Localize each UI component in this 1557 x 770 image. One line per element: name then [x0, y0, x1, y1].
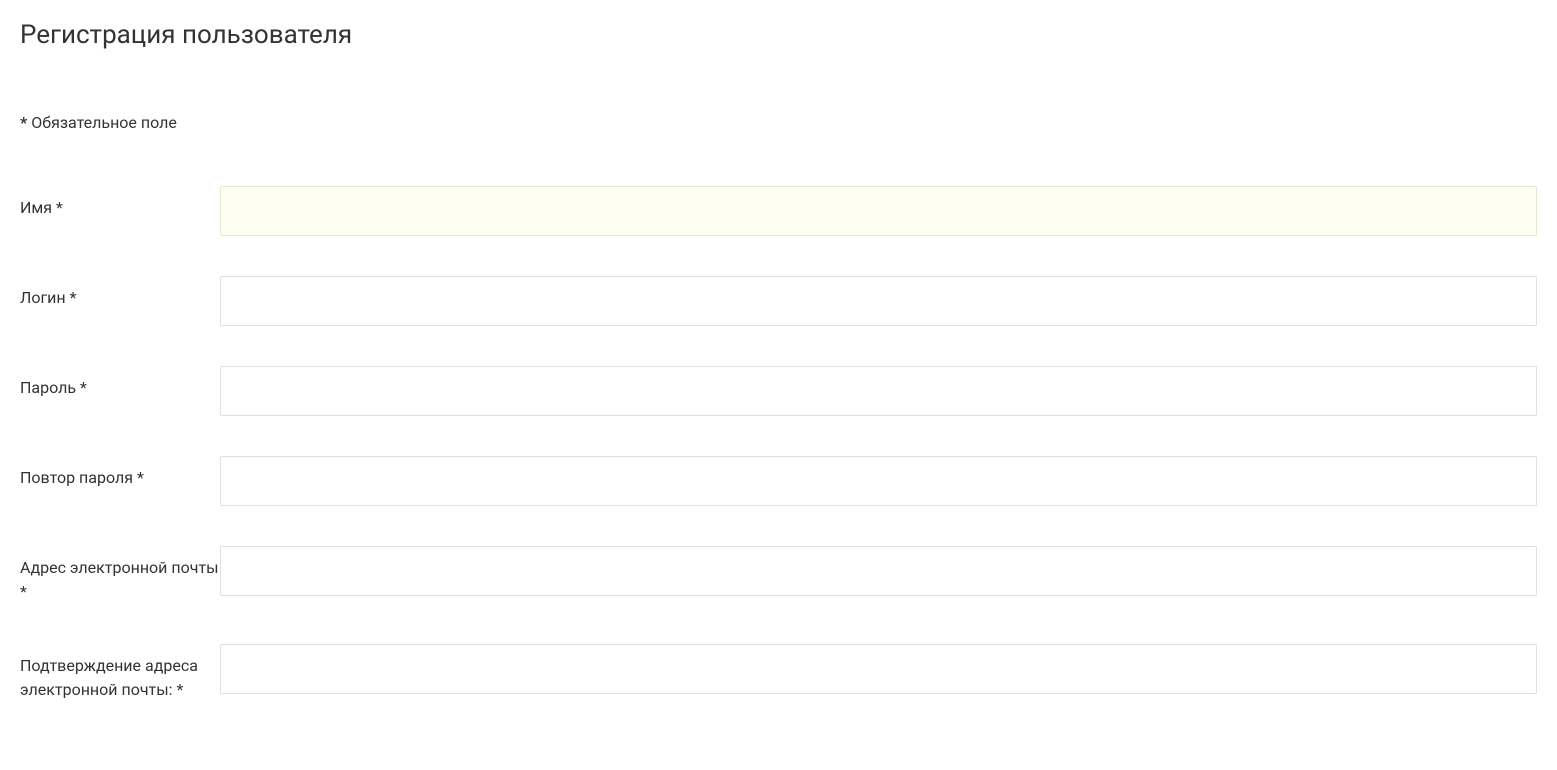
login-input[interactable]	[220, 276, 1537, 326]
password-confirm-label: Повтор пароля *	[20, 456, 220, 490]
required-field-note: * Обязательное поле	[20, 110, 190, 136]
name-input[interactable]	[220, 186, 1537, 236]
email-confirm-input[interactable]	[220, 644, 1537, 694]
password-input[interactable]	[220, 366, 1537, 416]
password-confirm-input[interactable]	[220, 456, 1537, 506]
login-label: Логин *	[20, 276, 220, 310]
page-title: Регистрация пользователя	[20, 20, 1537, 50]
email-label: Адрес электронной почты *	[20, 546, 220, 604]
name-label: Имя *	[20, 186, 220, 220]
required-text: Обязательное поле	[27, 113, 177, 132]
email-input[interactable]	[220, 546, 1537, 596]
password-label: Пароль *	[20, 366, 220, 400]
email-confirm-label: Подтверждение адреса электронной почты: …	[20, 644, 220, 702]
